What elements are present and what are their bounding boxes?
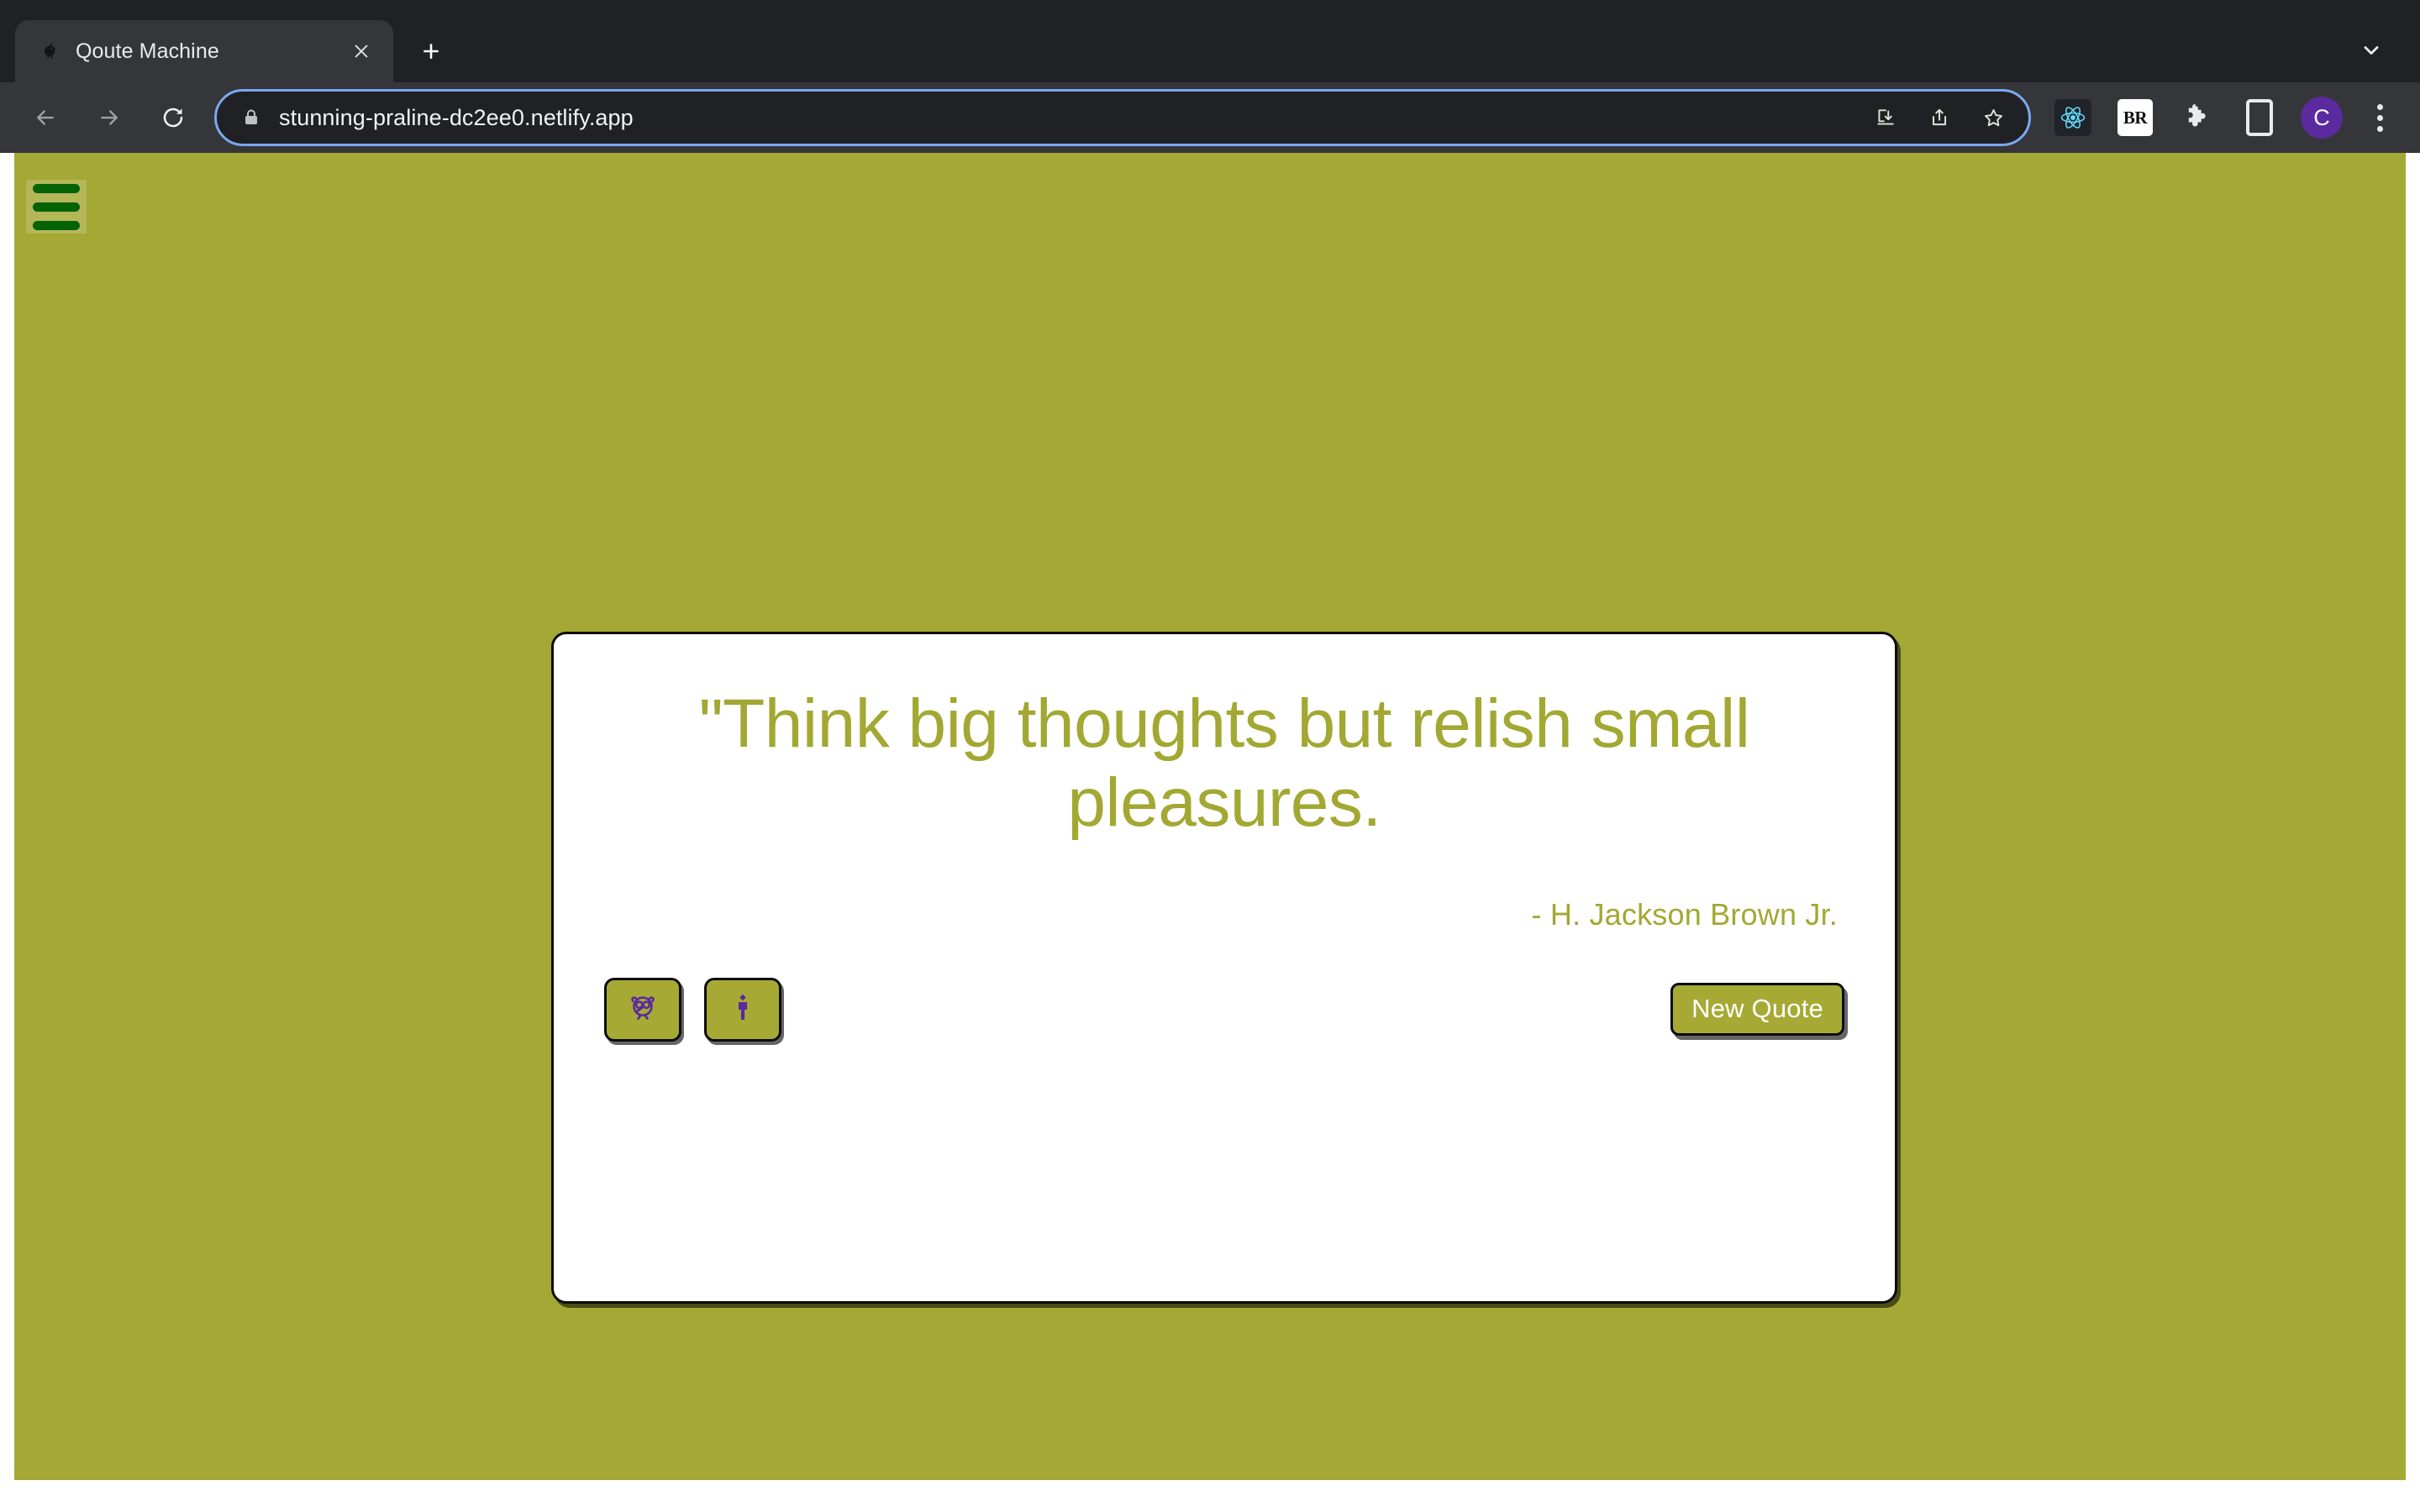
browser-window: Qoute Machine stunning-praline-dc2ee0.ne…	[0, 0, 2420, 1512]
avatar[interactable]: C	[2301, 97, 2343, 139]
side-panel-glyph	[2246, 99, 2273, 136]
tab-title: Qoute Machine	[76, 39, 219, 63]
lock-icon[interactable]	[237, 103, 266, 132]
browser-tab[interactable]: Qoute Machine	[15, 20, 393, 82]
forward-button[interactable]	[83, 92, 135, 144]
bird-favicon	[37, 39, 62, 64]
tumblr-quote-button[interactable]	[704, 977, 781, 1042]
side-panel-icon[interactable]	[2235, 93, 2284, 142]
share-icon[interactable]	[1916, 94, 1963, 141]
twitter-bird-icon	[625, 990, 660, 1029]
hamburger-bar	[33, 202, 80, 212]
quote-machine-page: "Think big thoughts but relish small ple…	[14, 153, 2406, 1480]
avatar-initial: C	[2313, 104, 2330, 130]
react-devtools-icon[interactable]	[2049, 93, 2097, 142]
quote-text: "Think big thoughts but relish small ple…	[698, 685, 1750, 842]
br-extension-label: BR	[2118, 99, 2153, 136]
hamburger-bar	[33, 183, 80, 193]
quote-card: "Think big thoughts but relish small ple…	[551, 632, 1897, 1304]
tab-strip: Qoute Machine	[0, 0, 2420, 82]
br-extension-icon[interactable]: BR	[2111, 93, 2160, 142]
browser-toolbar: stunning-praline-dc2ee0.netlify.app BR C	[0, 82, 2420, 153]
new-tab-button[interactable]	[407, 27, 455, 76]
tumblr-icon	[725, 990, 760, 1029]
back-button[interactable]	[19, 92, 71, 144]
chevron-down-icon[interactable]	[2346, 25, 2396, 76]
reload-button[interactable]	[147, 92, 199, 144]
new-quote-button[interactable]: New Quote	[1670, 983, 1844, 1037]
react-logo	[2054, 99, 2091, 136]
tweet-quote-button[interactable]	[604, 977, 681, 1042]
quote-author: - H. Jackson Brown Jr.	[1531, 896, 1838, 932]
extensions-puzzle-icon[interactable]	[2173, 93, 2222, 142]
quote-card-actions: New Quote	[601, 977, 1848, 1042]
bookmark-star-icon[interactable]	[1970, 94, 2017, 141]
close-icon[interactable]	[345, 34, 378, 68]
share-button-group	[604, 977, 781, 1042]
hamburger-bar	[33, 220, 80, 230]
kebab-dot	[2376, 103, 2383, 110]
chrome-menu-icon[interactable]	[2356, 94, 2403, 141]
page-viewport: "Think big thoughts but relish small ple…	[0, 153, 2420, 1512]
install-page-icon[interactable]	[1862, 94, 1909, 141]
url-text[interactable]: stunning-praline-dc2ee0.netlify.app	[279, 105, 1859, 131]
kebab-dot	[2376, 125, 2383, 132]
kebab-dot	[2376, 114, 2383, 121]
hamburger-menu-button[interactable]	[26, 180, 87, 234]
address-bar[interactable]: stunning-praline-dc2ee0.netlify.app	[214, 89, 2031, 146]
omnibox-container: stunning-praline-dc2ee0.netlify.app	[214, 89, 2031, 146]
